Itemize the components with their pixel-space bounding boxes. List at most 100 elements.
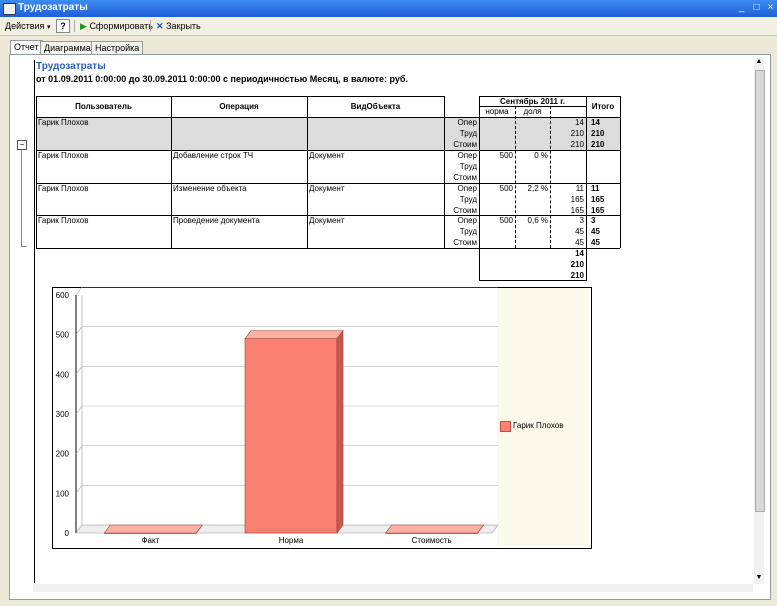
minimize-icon[interactable]: _ (736, 3, 747, 13)
column-header-period: Сентябрь 2011 г. (500, 97, 565, 106)
run-report-label: Сформировать (89, 21, 153, 31)
total-value: 11 (591, 184, 600, 193)
gridline-depth (75, 485, 83, 494)
period-value: 210 (570, 140, 584, 149)
metric-label: Опер (457, 118, 477, 127)
group-line-end (21, 246, 27, 247)
metric-label: Труд (459, 129, 477, 138)
period-value: 45 (575, 227, 584, 236)
close-button[interactable]: ✕ Закрыть (156, 19, 201, 33)
metric-label: Труд (459, 162, 477, 171)
y-tick-label: 600 (56, 291, 70, 300)
toolbar-separator (74, 20, 75, 32)
legend-label: Гарик Плохов (513, 421, 564, 430)
report-subtitle: от 01.09.2011 0:00:00 до 30.09.2011 0:00… (36, 74, 408, 84)
report-table: Пользователь Операция ВидОбъекта Сентябр… (36, 96, 621, 281)
period-value: 14 (575, 118, 584, 127)
row-operation: Проведение документа (173, 216, 260, 225)
metric-label: Стоим (453, 206, 477, 215)
column-header-share: доля (523, 107, 542, 116)
bar-chart: 0 100 200 300 400 500 600 Факт Норма Стоимость (56, 287, 499, 545)
total-value: 165 (591, 206, 605, 215)
collapse-group-icon[interactable]: − (17, 140, 27, 150)
x-icon: ✕ (156, 21, 164, 31)
x-tick-label: Стоимость (412, 536, 452, 545)
metric-label: Стоим (453, 173, 477, 182)
window-title: Трудозатраты (18, 2, 88, 13)
maximize-icon[interactable]: □ (751, 3, 762, 13)
row-user: Гарик Плохов (38, 216, 89, 225)
scroll-up-icon[interactable]: ▲ (754, 58, 764, 68)
grand-total: 210 (570, 271, 584, 280)
gridline-depth (75, 445, 83, 454)
row-norm: 500 (499, 184, 513, 193)
period-value: 3 (579, 216, 584, 225)
column-header-total: Итого (591, 102, 615, 111)
period-value: 165 (570, 195, 584, 204)
horizontal-scrollbar[interactable] (33, 584, 753, 592)
y-tick-label: 200 (56, 450, 70, 459)
column-header-object: ВидОбъекта (350, 102, 401, 111)
group-user: Гарик Плохов (38, 118, 89, 127)
grand-total: 14 (575, 249, 584, 258)
group-line (21, 150, 22, 246)
row-share: 0 % (534, 151, 548, 160)
title-bar: Трудозатраты _ □ × (0, 0, 777, 18)
gridline-depth (75, 405, 83, 415)
total-value: 210 (591, 129, 605, 138)
bar-top (103, 524, 203, 534)
row-share: 0,6 % (527, 216, 548, 225)
metric-label: Опер (457, 151, 477, 160)
gutter-line (34, 60, 35, 583)
row-object: Документ (309, 216, 345, 225)
gridline-depth (75, 326, 83, 335)
metric-label: Труд (459, 227, 477, 236)
bar-top (244, 330, 344, 339)
column-header-operation: Операция (219, 102, 259, 111)
total-value: 165 (591, 195, 605, 204)
column-header-norm: норма (485, 107, 509, 116)
scroll-down-icon[interactable]: ▼ (754, 574, 764, 584)
report-title: Трудозатраты (36, 61, 106, 72)
total-value: 45 (591, 227, 600, 236)
y-tick-label: 0 (65, 529, 70, 538)
row-operation: Изменение объекта (173, 184, 247, 193)
toolbar: Действия ▾ ? ▶ Сформировать ✕ Закрыть (0, 17, 777, 36)
period-value: 210 (570, 129, 584, 138)
metric-label: Опер (457, 216, 477, 225)
help-button[interactable]: ? (56, 19, 70, 33)
row-object: Документ (309, 184, 345, 193)
tab-chart[interactable]: Диаграмма (40, 41, 95, 54)
total-value: 45 (591, 238, 600, 247)
actions-menu[interactable]: Действия ▾ (5, 19, 50, 33)
scrollbar-thumb[interactable] (755, 70, 765, 512)
actions-label: Действия (5, 21, 45, 31)
metric-label: Труд (459, 195, 477, 204)
row-user: Гарик Плохов (38, 184, 89, 193)
row-object: Документ (309, 151, 345, 160)
total-value: 3 (591, 216, 596, 225)
row-norm: 500 (499, 216, 513, 225)
y-tick-label: 300 (56, 410, 70, 419)
tab-report[interactable]: Отчет (10, 40, 43, 55)
total-value: 14 (591, 118, 600, 127)
row-user: Гарик Плохов (38, 151, 89, 160)
run-report-button[interactable]: ▶ Сформировать (80, 19, 153, 33)
window-icon (3, 3, 16, 15)
legend-swatch (500, 421, 511, 432)
play-icon: ▶ (80, 21, 87, 31)
close-icon[interactable]: × (765, 3, 776, 13)
row-share: 2,2 % (527, 184, 548, 193)
row-operation: Добавление строк ТЧ (173, 151, 254, 160)
chevron-down-icon: ▾ (46, 24, 51, 31)
toolbar-separator (150, 20, 151, 32)
total-value: 210 (591, 140, 605, 149)
bar-side (336, 329, 344, 534)
close-label: Закрыть (166, 21, 201, 31)
bar-front (244, 338, 338, 534)
gridline-depth (75, 287, 83, 296)
column-header-user: Пользователь (75, 102, 132, 111)
tab-settings[interactable]: Настройка (91, 41, 144, 54)
y-tick-label: 100 (56, 489, 70, 498)
x-tick-label: Факт (141, 536, 159, 545)
